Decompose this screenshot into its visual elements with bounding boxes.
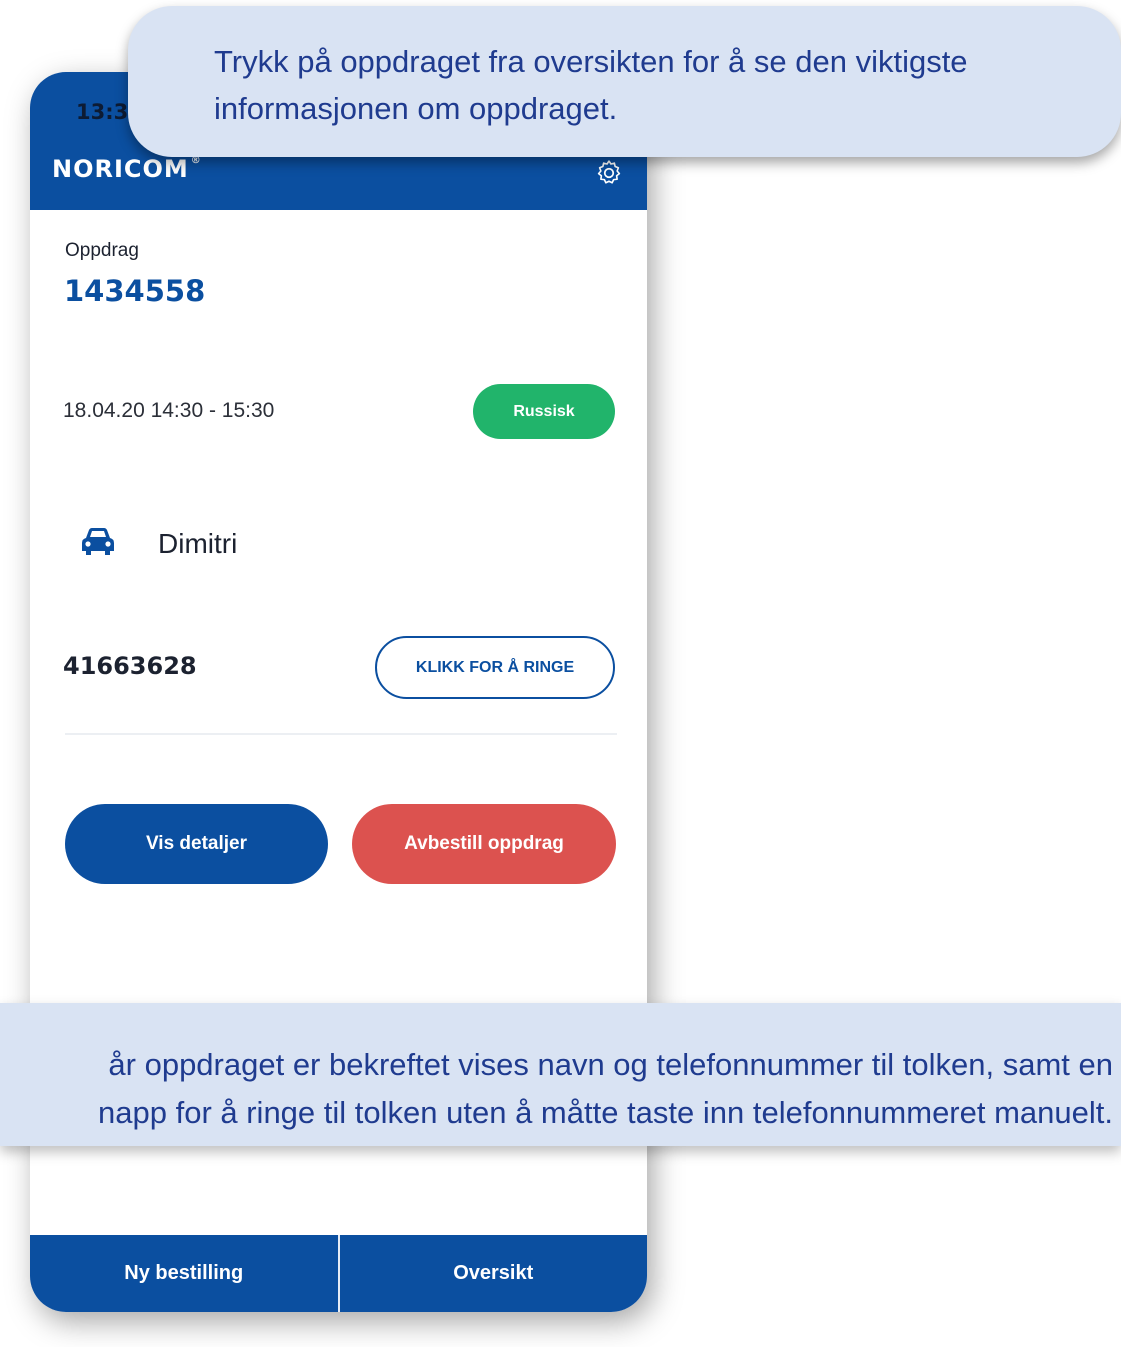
order-number: 1434558 <box>64 274 206 308</box>
interpreter-phone-number: 41663628 <box>63 652 197 680</box>
call-interpreter-button[interactable]: KLIKK FOR Å RINGE <box>375 636 615 699</box>
language-badge: Russisk <box>473 384 615 439</box>
order-label: Oppdrag <box>65 240 139 261</box>
callout-bottom-text: år oppdraget er bekreftet vises navn og … <box>0 1041 1113 1137</box>
nav-overview[interactable]: Oversikt <box>340 1235 648 1312</box>
divider <box>65 733 617 735</box>
callout-top-line: informasjonen om oppdraget. <box>214 91 618 126</box>
callout-bottom-line: napp for å ringe til tolken uten å måtte… <box>98 1095 1113 1130</box>
callout-top-line: Trykk på oppdraget fra oversikten for å … <box>214 44 968 79</box>
callout-bottom-line: år oppdraget er bekreftet vises navn og … <box>108 1047 1113 1082</box>
gear-icon[interactable] <box>594 158 624 188</box>
show-details-button[interactable]: Vis detaljer <box>65 804 328 884</box>
status-bar-time: 13:3 <box>76 100 129 124</box>
callout-top: Trykk på oppdraget fra oversikten for å … <box>128 6 1121 157</box>
order-datetime: 18.04.20 14:30 - 15:30 <box>63 399 275 422</box>
bottom-navigation: Ny bestilling Oversikt <box>30 1235 647 1312</box>
app-logo: NORICOM ® <box>52 155 202 183</box>
callout-top-text: Trykk på oppdraget fra oversikten for å … <box>214 38 1094 132</box>
cancel-order-button[interactable]: Avbestill oppdrag <box>352 804 616 884</box>
callout-bottom: år oppdraget er bekreftet vises navn og … <box>0 1003 1121 1146</box>
interpreter-name: Dimitri <box>158 528 238 559</box>
brand-name: NORICOM <box>52 155 189 183</box>
car-icon <box>82 528 114 555</box>
nav-new-order[interactable]: Ny bestilling <box>30 1235 338 1312</box>
